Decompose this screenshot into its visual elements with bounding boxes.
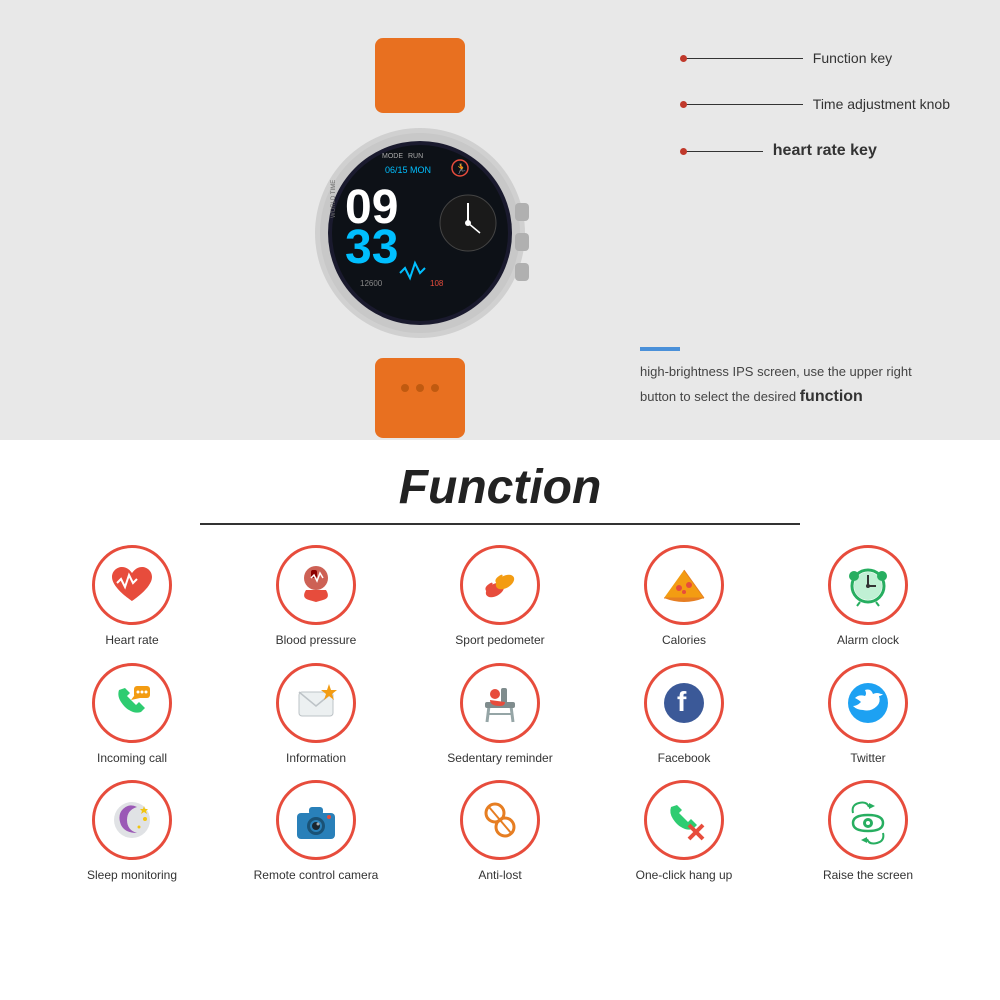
function-facebook: f Facebook xyxy=(592,663,776,767)
time-adjustment-label: Time adjustment knob xyxy=(683,96,950,112)
incoming-call-icon-circle xyxy=(92,663,172,743)
function-sedentary-reminder: Sedentary reminder xyxy=(408,663,592,767)
heart-rate-key-label: heart rate key xyxy=(683,142,950,160)
function-alarm-clock: Alarm clock xyxy=(776,545,960,649)
anti-lost-icon-circle xyxy=(460,780,540,860)
svg-text:33: 33 xyxy=(345,221,398,274)
information-icon-circle xyxy=(276,663,356,743)
function-anti-lost: Anti-lost xyxy=(408,780,592,884)
alarm-clock-icon-circle xyxy=(828,545,908,625)
calories-icon-circle xyxy=(644,545,724,625)
heart-rate-icon-circle xyxy=(92,545,172,625)
svg-text:12600: 12600 xyxy=(360,279,383,288)
watch-diagram-section: 06/15 MON 09 33 12600 108 MODE RUN WORL xyxy=(0,0,1000,440)
title-divider xyxy=(200,523,800,525)
svg-text:108: 108 xyxy=(430,279,444,288)
function-twitter: Twitter xyxy=(776,663,960,767)
function-remote-control-camera: Remote control camera xyxy=(224,780,408,884)
svg-text:f: f xyxy=(677,686,687,717)
svg-text:🏃: 🏃 xyxy=(455,162,467,175)
svg-text:WORLD TIME: WORLD TIME xyxy=(331,179,337,217)
function-sport-pedometer: Sport pedometer xyxy=(408,545,592,649)
watch-image: 06/15 MON 09 33 12600 108 MODE RUN WORL xyxy=(300,38,540,443)
description-text: high-brightness IPS screen, use the uppe… xyxy=(640,347,950,410)
function-heart-rate: Heart rate xyxy=(40,545,224,649)
function-one-click-hang-up: One-click hang up xyxy=(592,780,776,884)
sport-icon-circle xyxy=(460,545,540,625)
camera-icon-circle xyxy=(276,780,356,860)
hangup-icon-circle xyxy=(644,780,724,860)
function-calories: Calories xyxy=(592,545,776,649)
function-blood-pressure: Blood pressure xyxy=(224,545,408,649)
svg-text:RUN: RUN xyxy=(408,153,423,160)
twitter-icon-circle xyxy=(828,663,908,743)
labels-container: Function key Time adjustment knob heart … xyxy=(683,50,950,160)
function-information: Information xyxy=(224,663,408,767)
blood-pressure-icon-circle xyxy=(276,545,356,625)
svg-text:MODE: MODE xyxy=(382,153,403,160)
function-raise-the-screen: Raise the screen xyxy=(776,780,960,884)
screen-icon-circle xyxy=(828,780,908,860)
function-key-label: Function key xyxy=(683,50,950,66)
function-grid: Heart rate Blood pressure xyxy=(10,545,990,884)
sedentary-icon-circle xyxy=(460,663,540,743)
sleep-icon-circle xyxy=(92,780,172,860)
facebook-icon-circle: f xyxy=(644,663,724,743)
svg-text:06/15 MON: 06/15 MON xyxy=(385,165,431,175)
function-incoming-call: Incoming call xyxy=(40,663,224,767)
functions-section: Function Heart rate Blood pre xyxy=(0,440,1000,1000)
function-sleep-monitoring: Sleep monitoring xyxy=(40,780,224,884)
function-title: Function xyxy=(10,460,990,515)
